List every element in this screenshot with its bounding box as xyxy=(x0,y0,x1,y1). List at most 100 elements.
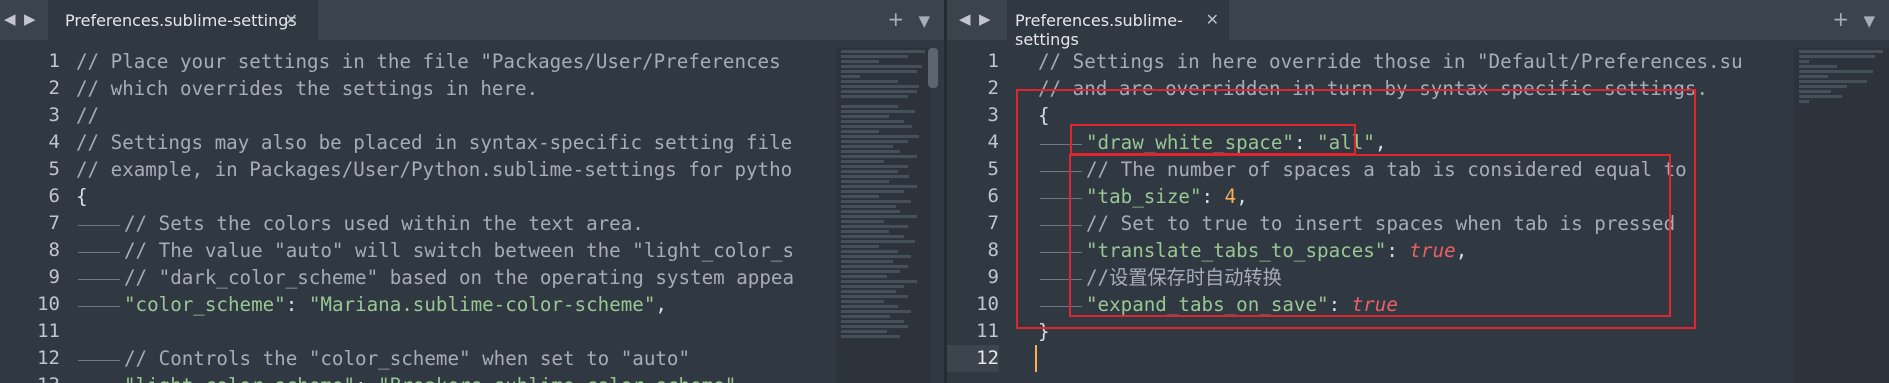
forward-arrow-icon[interactable]: ▶ xyxy=(24,10,36,28)
minimap-line xyxy=(1799,90,1832,93)
minimap-line xyxy=(841,255,912,258)
code-token: { xyxy=(76,185,88,208)
code-token: 4 xyxy=(1224,185,1237,208)
tab-whitespace-marker xyxy=(76,210,124,237)
minimap-line xyxy=(1799,80,1868,83)
code-token: , xyxy=(736,374,748,383)
code-token: //设置保存时自动转换 xyxy=(1086,266,1282,289)
left-editor-pane: ◀ ▶ Preferences.sublime-settings ✕ + ▼ 1… xyxy=(0,0,944,383)
back-arrow-icon[interactable]: ◀ xyxy=(959,10,971,28)
minimap-line xyxy=(841,280,917,283)
code-area[interactable]: // Place your settings in the file "Pack… xyxy=(76,48,794,383)
minimap-line xyxy=(841,260,894,263)
minimap-line xyxy=(841,245,879,248)
minimap-line xyxy=(841,65,922,68)
line-number: 4 xyxy=(987,131,999,153)
line-number-gutter: 1 2 3 4 5 6 7 8 9 10 11 12 xyxy=(947,48,999,372)
line-number: 1 xyxy=(987,50,999,72)
minimap-line xyxy=(841,75,860,78)
minimap-line xyxy=(841,105,898,108)
code-token: "Breakers.sublime-color-scheme" xyxy=(378,374,736,383)
code-line: { xyxy=(76,183,794,210)
code-line: // Settings may also be placed in syntax… xyxy=(76,129,794,156)
line-number: 13 xyxy=(0,372,60,383)
minimap-line xyxy=(1799,95,1842,98)
minimap-line xyxy=(841,315,891,318)
code-token: "all" xyxy=(1317,131,1375,154)
line-number: 11 xyxy=(37,320,60,342)
minimap-line xyxy=(841,250,898,253)
code-token: : xyxy=(1201,185,1225,208)
tab-title: Preferences.sublime-settings xyxy=(1015,11,1183,49)
minimap-line xyxy=(841,230,889,233)
code-token: // Controls the "color_scheme" when set … xyxy=(124,347,691,370)
minimap[interactable] xyxy=(836,48,931,383)
line-number: 5 xyxy=(48,158,60,180)
minimap-line xyxy=(841,210,900,213)
minimap-line xyxy=(841,300,884,303)
code-line: // Set to true to insert spaces when tab… xyxy=(1038,210,1743,237)
code-token: "light_color_scheme" xyxy=(124,374,355,383)
line-number: 6 xyxy=(987,185,999,207)
tab-whitespace-marker xyxy=(1038,264,1086,291)
code-line: "color_scheme": "Mariana.sublime-color-s… xyxy=(76,291,794,318)
code-line: "draw_white_space": "all", xyxy=(1038,129,1743,156)
minimap-line xyxy=(841,220,884,223)
line-number: 6 xyxy=(48,185,60,207)
code-token: : xyxy=(1293,131,1318,154)
code-line: // Controls the "color_scheme" when set … xyxy=(76,345,794,372)
minimap-line xyxy=(841,325,908,328)
tab-menu-icon[interactable]: ▼ xyxy=(1863,12,1875,30)
back-arrow-icon[interactable]: ◀ xyxy=(4,10,16,28)
right-editor-pane: ◀ ▶ Preferences.sublime-settings ✕ + ▼ 1… xyxy=(947,0,1889,383)
tab-whitespace-marker xyxy=(1038,129,1086,156)
tab-menu-icon[interactable]: ▼ xyxy=(918,12,930,30)
minimap[interactable] xyxy=(1794,48,1889,383)
tab-whitespace-marker xyxy=(76,291,124,318)
tab-whitespace-marker xyxy=(1038,183,1086,210)
line-number: 9 xyxy=(987,266,999,288)
close-icon[interactable]: ✕ xyxy=(1206,10,1219,29)
minimap-line xyxy=(1799,55,1875,58)
minimap-line xyxy=(1799,60,1809,63)
minimap-line xyxy=(841,270,900,273)
tab-actions: + ▼ xyxy=(1824,7,1875,31)
line-number: 4 xyxy=(48,131,60,153)
minimap-line xyxy=(841,110,916,113)
code-token: } xyxy=(1038,320,1050,343)
minimap-line xyxy=(841,55,908,58)
scrollbar-thumb[interactable] xyxy=(928,48,938,88)
tab-preferences-left[interactable]: Preferences.sublime-settings ✕ xyxy=(48,0,318,40)
add-tab-icon[interactable]: + xyxy=(887,7,904,31)
minimap-line xyxy=(1799,50,1883,53)
minimap-line xyxy=(1799,75,1828,78)
code-token: "Mariana.sublime-color-scheme" xyxy=(308,293,656,316)
code-token: true xyxy=(1409,239,1456,262)
code-area[interactable]: // Settings in here override those in "D… xyxy=(1038,48,1743,372)
minimap-line xyxy=(841,330,887,333)
code-line: // Sets the colors used within the text … xyxy=(76,210,794,237)
line-number: 5 xyxy=(987,158,999,180)
code-line: "expand_tabs_on_save": true xyxy=(1038,291,1743,318)
minimap-line xyxy=(841,235,904,238)
minimap-line xyxy=(841,200,912,203)
minimap-line xyxy=(841,70,917,73)
close-icon[interactable]: ✕ xyxy=(285,10,298,29)
code-token: // The value "auto" will switch between … xyxy=(124,239,795,262)
forward-arrow-icon[interactable]: ▶ xyxy=(979,10,991,28)
code-token: : xyxy=(1386,239,1410,262)
minimap-line xyxy=(841,320,904,323)
add-tab-icon[interactable]: + xyxy=(1832,7,1849,31)
minimap-line xyxy=(841,160,884,163)
code-token: "color_scheme" xyxy=(124,293,286,316)
code-token: // "dark_color_scheme" based on the oper… xyxy=(124,266,795,289)
tab-whitespace-marker xyxy=(1038,237,1086,264)
code-token: // Set to true to insert spaces when tab… xyxy=(1086,212,1676,235)
tab-preferences-right[interactable]: Preferences.sublime-settings ✕ xyxy=(1007,0,1229,49)
code-token: // example, in Packages/User/Python.subl… xyxy=(76,158,793,181)
minimap-line xyxy=(1799,70,1874,73)
code-token: , xyxy=(1455,239,1468,262)
minimap-line xyxy=(841,125,913,128)
